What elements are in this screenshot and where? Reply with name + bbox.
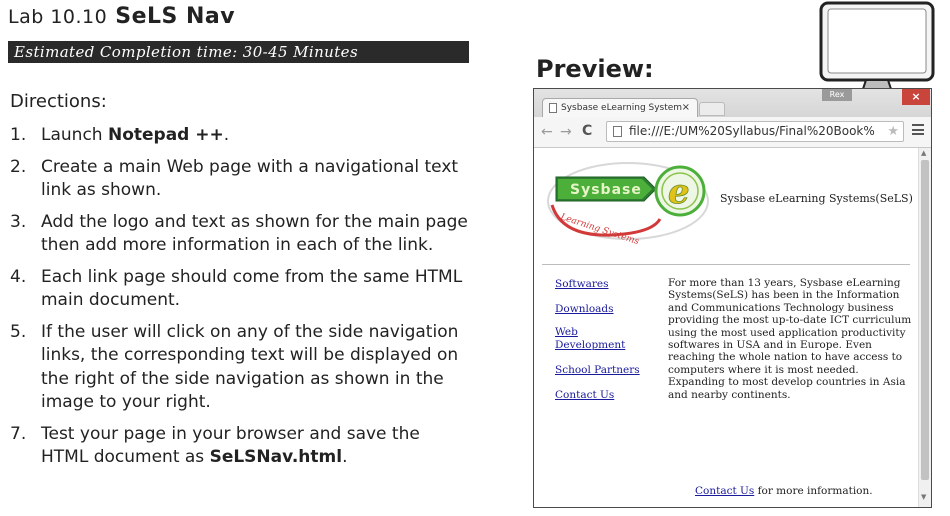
nav-link-softwares[interactable]: Softwares: [555, 278, 609, 291]
nav-link-downloads[interactable]: Downloads: [555, 303, 614, 316]
direction-step: 1. Launch Notepad ++.: [10, 124, 470, 148]
browser-window: Sysbase eLearning System × Rex × ← → C f…: [533, 88, 932, 508]
user-profile-badge[interactable]: Rex: [822, 89, 852, 101]
step-text-end: .: [223, 125, 230, 145]
reload-icon[interactable]: C: [582, 123, 592, 139]
lab-name: SeLS Nav: [115, 4, 236, 29]
footer-text: for more information.: [754, 485, 873, 497]
step-text: Each link page should come from the same…: [41, 266, 463, 311]
back-arrow-icon[interactable]: ←: [541, 124, 553, 140]
page-icon: [549, 103, 557, 113]
step-text-end: .: [342, 447, 348, 467]
page-viewport: Sysbase e Learning Systems Sysbase eLear…: [534, 148, 918, 507]
tab-close-icon[interactable]: ×: [682, 99, 690, 117]
direction-step: 5. If the user will click on any of the s…: [10, 321, 470, 415]
bookmark-star-icon[interactable]: ★: [887, 122, 899, 141]
step-bold-text: Notepad ++: [107, 125, 224, 145]
step-number: 7.: [10, 423, 27, 444]
page-icon: [613, 126, 622, 137]
header-divider: [542, 264, 910, 265]
page-footer: Contact Us for more information.: [695, 485, 873, 497]
url-text: file:///E:/UM%20Syllabus/Final%20Book%: [629, 124, 875, 138]
sysbase-logo: Sysbase e Learning Systems: [547, 162, 709, 245]
about-paragraph: For more than 13 years, Sysbase eLearnin…: [668, 277, 912, 401]
forward-arrow-icon[interactable]: →: [560, 124, 572, 140]
step-number: 2.: [10, 156, 27, 177]
scroll-down-arrow-icon[interactable]: ▼: [921, 493, 926, 501]
lab-number: Lab 10.10: [8, 6, 108, 28]
nav-link-contact-us[interactable]: Contact Us: [555, 389, 614, 402]
directions-heading: Directions:: [10, 91, 107, 112]
site-title: Sysbase eLearning Systems(SeLS): [720, 192, 913, 205]
step-number: 3.: [10, 211, 27, 232]
direction-step: 3. Add the logo and text as shown for the…: [10, 211, 470, 258]
step-text: Create a main Web page with a navigation…: [41, 156, 459, 201]
new-tab-button[interactable]: [699, 102, 725, 116]
tab-title: Sysbase eLearning System: [561, 103, 683, 113]
estimated-time-bar: Estimated Completion time: 30-45 Minutes: [8, 41, 469, 63]
step-number: 1.: [10, 125, 27, 145]
direction-step: 7. Test your page in your browser and sav…: [10, 423, 470, 470]
footer-contact-link[interactable]: Contact Us: [695, 485, 754, 497]
direction-step: 4. Each link page should come from the sa…: [10, 266, 470, 313]
scrollbar-thumb[interactable]: [921, 160, 929, 480]
logo-e-letter: e: [668, 172, 690, 212]
step-text: If the user will click on any of the sid…: [41, 321, 459, 413]
logo-wordmark: Sysbase: [570, 182, 642, 198]
direction-step: 2. Create a main Web page with a navigati…: [10, 156, 470, 203]
window-close-button[interactable]: ×: [902, 89, 930, 105]
preview-heading: Preview:: [536, 55, 654, 83]
step-text: Add the logo and text as shown for the m…: [41, 211, 468, 256]
nav-link-school-partners[interactable]: School Partners: [555, 364, 640, 377]
nav-link-web-development[interactable]: Web Development: [555, 326, 640, 351]
step-text: Launch: [41, 125, 108, 145]
address-bar[interactable]: file:///E:/UM%20Syllabus/Final%20Book% ★: [606, 121, 904, 142]
directions-list: 1. Launch Notepad ++. 2. Create a main Web…: [10, 124, 470, 478]
browser-tab[interactable]: Sysbase eLearning System ×: [542, 98, 698, 117]
vertical-scrollbar[interactable]: ▲ ▼: [918, 148, 931, 507]
step-bold-text: SeLSNav.html: [209, 447, 343, 467]
lab-title: Lab 10.10 SeLS Nav: [8, 4, 235, 29]
hamburger-menu-icon[interactable]: [912, 124, 924, 135]
scroll-up-arrow-icon[interactable]: ▲: [921, 149, 926, 157]
step-number: 5.: [10, 321, 27, 342]
step-number: 4.: [10, 266, 27, 287]
browser-titlebar: Sysbase eLearning System × Rex ×: [534, 89, 931, 117]
browser-toolbar: ← → C file:///E:/UM%20Syllabus/Final%20B…: [534, 117, 931, 148]
